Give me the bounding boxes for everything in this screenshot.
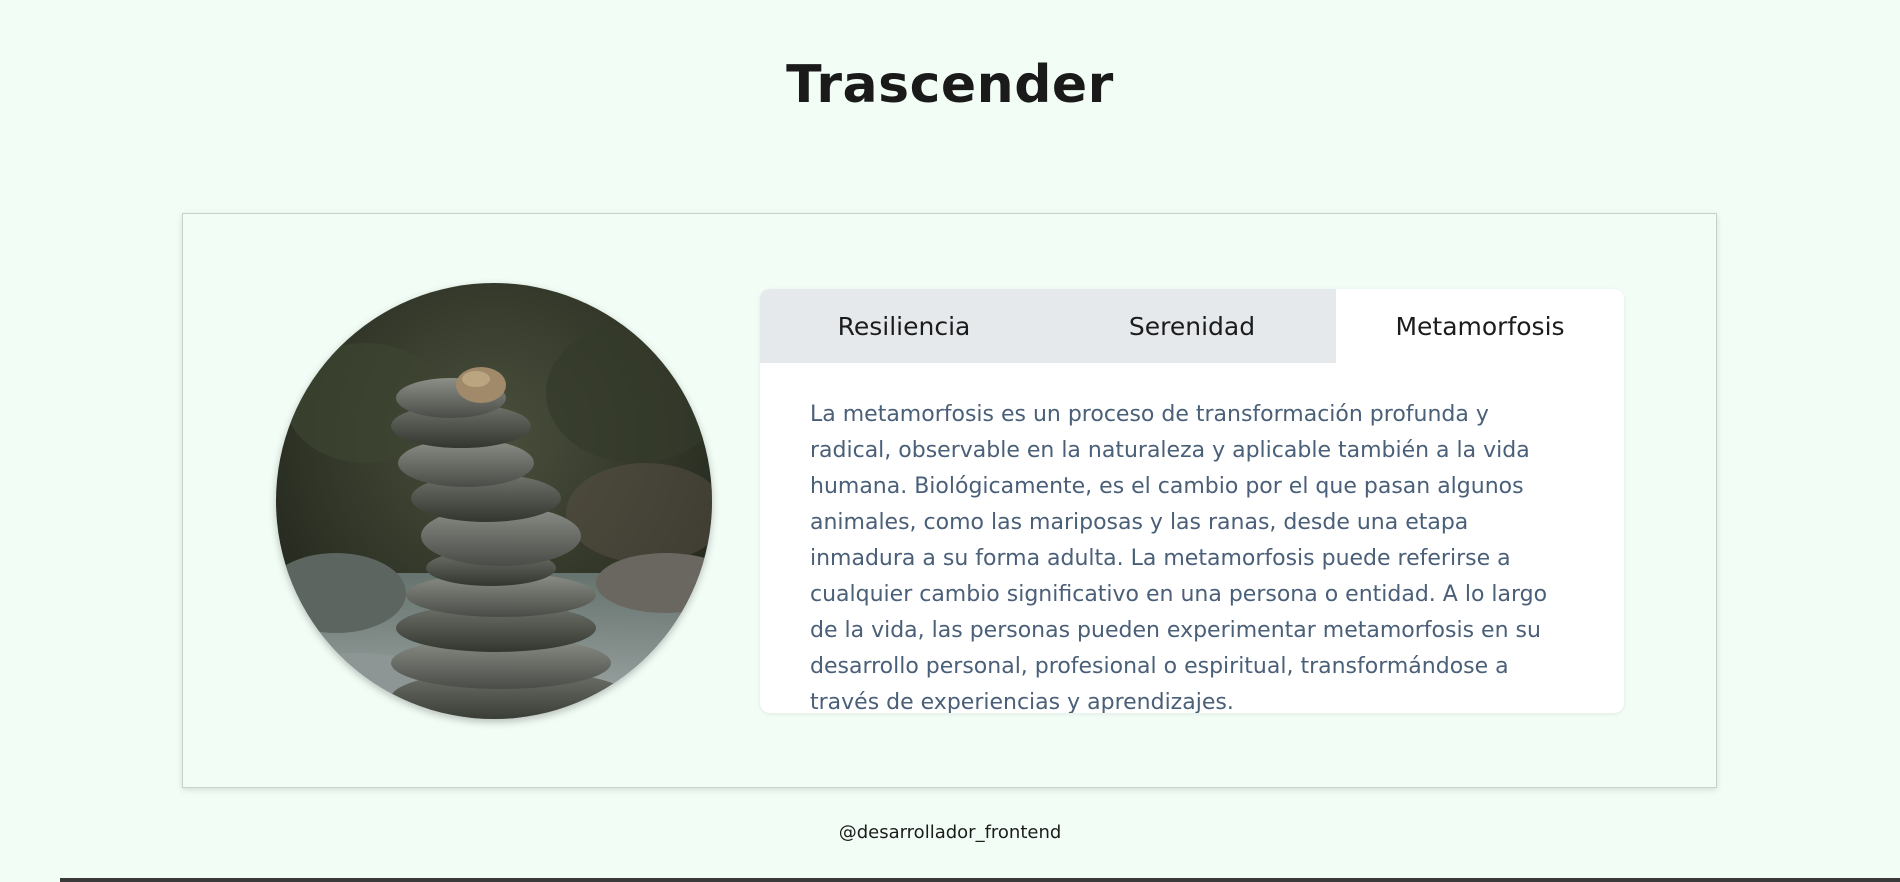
tab-content: La metamorfosis es un proceso de transfo… bbox=[760, 363, 1624, 713]
stacked-stones-image bbox=[276, 283, 712, 719]
tab-resiliencia[interactable]: Resiliencia bbox=[760, 289, 1048, 363]
tab-bar: Resiliencia Serenidad Metamorfosis bbox=[760, 289, 1624, 363]
content-card: Resiliencia Serenidad Metamorfosis La me… bbox=[182, 213, 1717, 788]
tab-content-text: La metamorfosis es un proceso de transfo… bbox=[810, 402, 1548, 713]
window-bottom-edge bbox=[60, 878, 1900, 882]
tab-serenidad[interactable]: Serenidad bbox=[1048, 289, 1336, 363]
tabs-panel: Resiliencia Serenidad Metamorfosis La me… bbox=[760, 289, 1624, 713]
tab-metamorfosis[interactable]: Metamorfosis bbox=[1336, 289, 1624, 363]
page-title: Trascender bbox=[786, 55, 1114, 115]
footer-handle: @desarrollador_frontend bbox=[838, 822, 1062, 843]
